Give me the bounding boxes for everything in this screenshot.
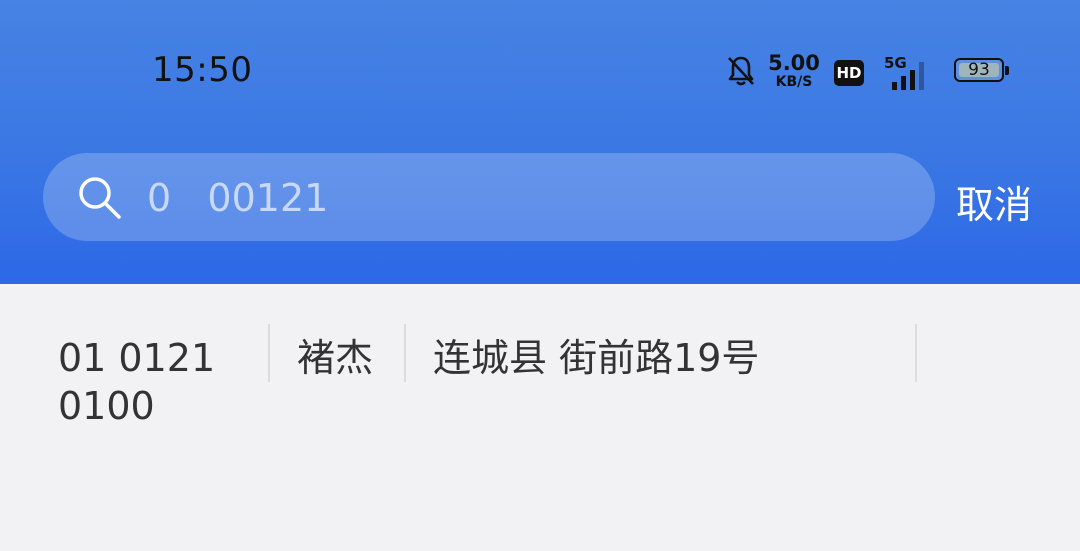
column-divider xyxy=(404,324,406,382)
result-row[interactable]: 01 0121 0100 褚杰 连城县 街前路19号 xyxy=(0,284,1080,551)
battery-percent: 93 xyxy=(968,60,990,80)
search-input[interactable] xyxy=(147,173,847,223)
network-type-label: 5G xyxy=(884,54,907,72)
search-icon xyxy=(79,177,121,219)
app-header: 15:50 5.00 KB/S HD 5G 93 0 00121 取消 xyxy=(0,0,1080,284)
network-speed-value: 5.00 xyxy=(768,51,820,75)
search-bar[interactable] xyxy=(43,153,935,241)
battery-icon: 93 xyxy=(954,58,1009,82)
signal-5g-icon: 5G xyxy=(878,54,938,94)
network-speed: 5.00 KB/S xyxy=(764,52,824,90)
result-phone-line2: 0100 xyxy=(58,384,155,428)
network-speed-unit: KB/S xyxy=(775,74,813,90)
column-divider xyxy=(915,324,917,382)
status-icons: 5.00 KB/S HD 5G 93 xyxy=(720,50,1020,94)
hd-icon: HD xyxy=(834,60,864,86)
status-time: 15:50 xyxy=(152,50,253,90)
result-phone: 01 0121 0100 xyxy=(58,334,258,430)
cancel-button[interactable]: 取消 xyxy=(956,174,1032,229)
result-phone-line1: 01 0121 xyxy=(58,336,216,380)
bell-muted-icon xyxy=(728,56,754,86)
result-name: 褚杰 xyxy=(297,336,374,380)
column-divider xyxy=(268,324,270,382)
result-address: 连城县 街前路19号 xyxy=(433,336,760,380)
